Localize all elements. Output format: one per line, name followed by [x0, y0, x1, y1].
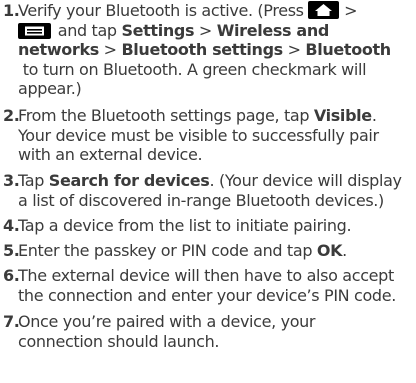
step-line: Tap Search for devices. (Your device wil… [18, 171, 414, 191]
step-1: 1. Verify your Bluetooth is active. (Pre… [3, 1, 414, 99]
step-number: 4. [3, 216, 20, 235]
bluetooth-label: Bluetooth [305, 40, 391, 59]
step-number: 6. [3, 266, 20, 285]
visible-label: Visible [313, 106, 372, 125]
ok-label: OK [316, 241, 343, 260]
step-text: The external device will then have to al… [18, 266, 414, 305]
instruction-page: 1. Verify your Bluetooth is active. (Pre… [0, 0, 416, 383]
step-line: networks > Bluetooth settings > Bluetoot… [18, 40, 414, 60]
step-text: Enter the passkey or PIN code and tap OK… [18, 241, 414, 261]
step-line: connection should launch. [18, 331, 220, 351]
text: Tap [18, 171, 49, 190]
wireless-label: Wireless and [216, 20, 330, 40]
step-5: 5. Enter the passkey or PIN code and tap… [3, 241, 414, 261]
text: Verify your Bluetooth is active. (Press [18, 1, 309, 20]
step-number: 7. [3, 312, 20, 331]
step-line: Tap a device from the list to initiate p… [18, 216, 352, 235]
step-2: 2. From the Bluetooth settings page, tap… [3, 106, 414, 165]
step-4: 4. Tap a device from the list to initiat… [3, 216, 414, 236]
step-text: Verify your Bluetooth is active. (Press … [18, 1, 414, 99]
step-line: Once you’re paired with a device, your [18, 312, 316, 331]
step-text: Tap a device from the list to initiate p… [18, 216, 414, 236]
search-for-devices-label: Search for devices [48, 171, 210, 190]
text: . [342, 241, 347, 260]
step-line: a list of discovered in-range Bluetooth … [18, 190, 384, 210]
text: > [339, 1, 358, 20]
step-line: From the Bluetooth settings page, tap Vi… [18, 106, 414, 126]
home-key-icon [308, 1, 340, 19]
step-number: 5. [3, 241, 20, 260]
text: > [194, 20, 217, 40]
text: From the Bluetooth settings page, tap [18, 106, 314, 125]
step-line: Verify your Bluetooth is active. (Press … [18, 1, 414, 21]
text: Enter the passkey or PIN code and tap [18, 241, 317, 260]
step-6: 6. The external device will then have to… [3, 266, 414, 305]
step-number: 3. [3, 171, 20, 190]
step-line: the connection and enter your device’s P… [18, 285, 396, 305]
settings-label: Settings [121, 20, 195, 40]
networks-label: networks [18, 40, 99, 59]
step-line: with an external device. [18, 145, 203, 164]
step-number: 2. [3, 106, 20, 125]
step-line: Your device must be visible to successfu… [18, 125, 379, 145]
text: > [98, 40, 122, 59]
step-line: The external device will then have to al… [18, 266, 394, 285]
step-text: From the Bluetooth settings page, tap Vi… [18, 106, 414, 165]
text: . (Your device will display [209, 171, 402, 190]
step-7: 7. Once you’re paired with a device, you… [3, 312, 414, 351]
step-3: 3. Tap Search for devices. (Your device … [3, 171, 414, 210]
step-text: Tap Search for devices. (Your device wil… [18, 171, 414, 210]
text: and tap [53, 20, 122, 40]
step-line: appear.) [18, 79, 82, 98]
text: > [282, 40, 306, 59]
step-line: Enter the passkey or PIN code and tap OK… [18, 241, 414, 261]
bluetooth-settings-label: Bluetooth settings [121, 40, 283, 59]
step-number: 1. [3, 1, 20, 20]
menu-key-icon [18, 22, 51, 39]
step-line: and tap Settings > Wireless and [18, 21, 414, 41]
step-text: Once you’re paired with a device, your c… [18, 312, 414, 351]
step-line: to turn on Bluetooth. A green checkmark … [18, 59, 367, 79]
text: . [371, 106, 377, 125]
